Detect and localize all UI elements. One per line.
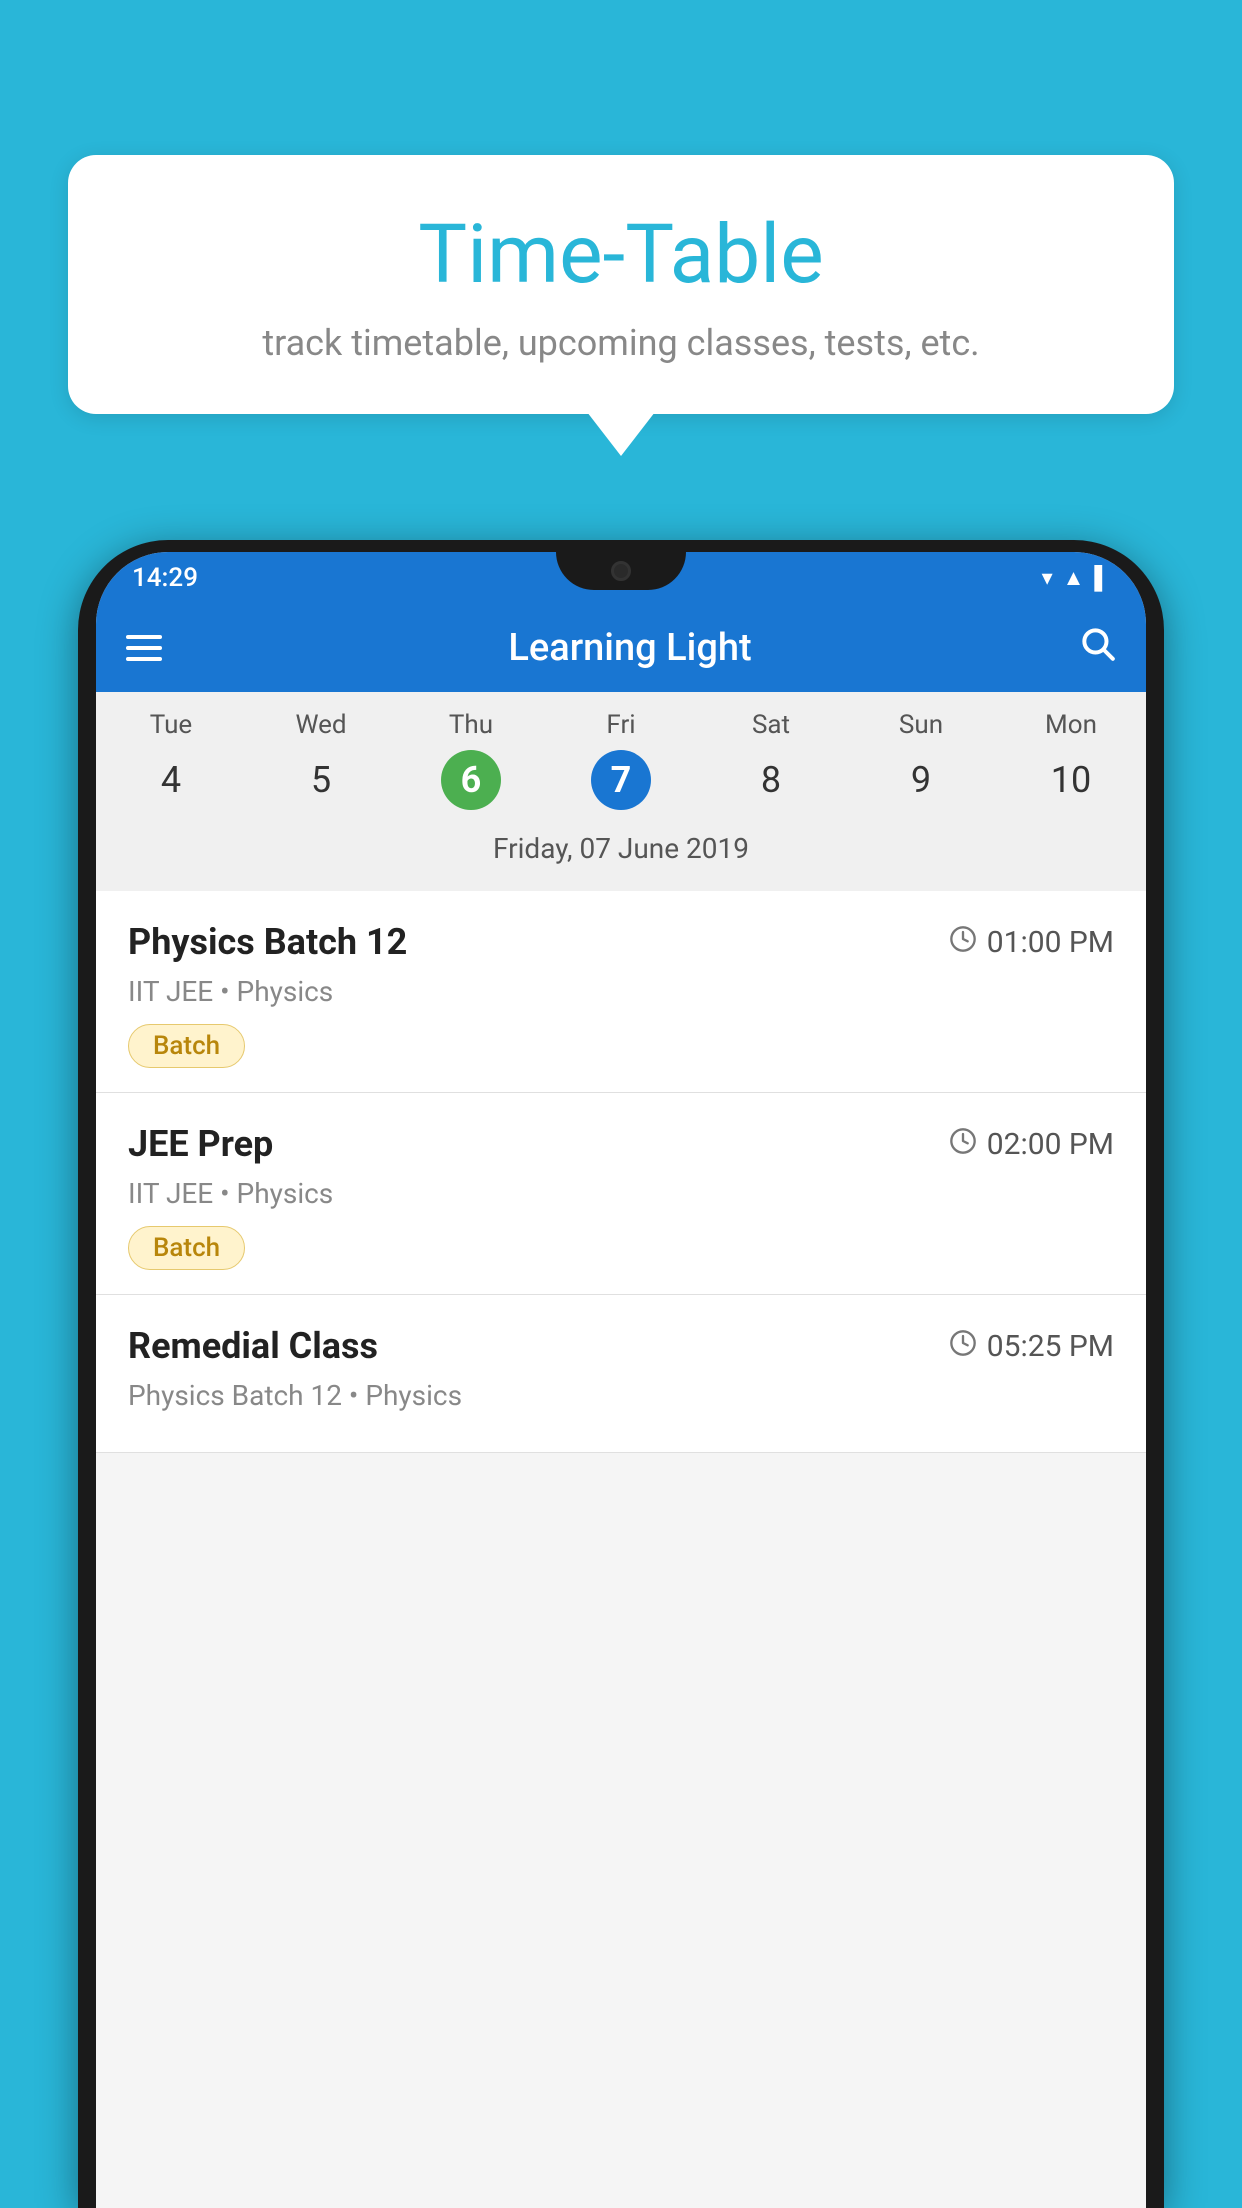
day-sun: Sun xyxy=(846,710,996,740)
wifi-icon: ▾ xyxy=(1042,566,1053,591)
item-title-1: Physics Batch 12 xyxy=(128,921,407,963)
day-tue: Tue xyxy=(96,710,246,740)
schedule-item-2[interactable]: JEE Prep 02:00 PM IIT JEE • Physics Batc… xyxy=(96,1093,1146,1295)
phone-inner: 14:29 ▾ ▲ ▌ Learning Light Tue xyxy=(96,552,1146,2208)
phone-notch xyxy=(556,552,686,590)
item-time-3: 05:25 PM xyxy=(949,1329,1114,1364)
battery-icon: ▌ xyxy=(1094,565,1110,591)
item-title-3: Remedial Class xyxy=(128,1325,378,1367)
clock-icon-2 xyxy=(949,1127,977,1162)
batch-badge-2: Batch xyxy=(128,1226,245,1270)
date-6-today[interactable]: 6 xyxy=(441,750,501,810)
schedule-list: Physics Batch 12 01:00 PM IIT JEE • Phys… xyxy=(96,891,1146,1453)
item-title-2: JEE Prep xyxy=(128,1123,273,1165)
status-time: 14:29 xyxy=(132,563,198,593)
batch-badge-1: Batch xyxy=(128,1024,245,1068)
menu-button[interactable] xyxy=(126,635,162,661)
schedule-item-3[interactable]: Remedial Class 05:25 PM Physics Batch 12… xyxy=(96,1295,1146,1453)
camera xyxy=(611,561,631,581)
item-time-2: 02:00 PM xyxy=(949,1127,1114,1162)
app-title: Learning Light xyxy=(206,626,1054,670)
day-fri: Fri xyxy=(546,710,696,740)
speech-bubble: Time-Table track timetable, upcoming cla… xyxy=(68,155,1174,414)
item-subtitle-1: IIT JEE • Physics xyxy=(128,975,1114,1008)
schedule-item-1[interactable]: Physics Batch 12 01:00 PM IIT JEE • Phys… xyxy=(96,891,1146,1093)
day-numbers: 4 5 6 7 8 9 10 xyxy=(96,750,1146,810)
item-subtitle-2: IIT JEE • Physics xyxy=(128,1177,1114,1210)
clock-icon-1 xyxy=(949,925,977,960)
bubble-title: Time-Table xyxy=(108,210,1134,300)
date-4[interactable]: 4 xyxy=(141,750,201,810)
item-subtitle-3: Physics Batch 12 • Physics xyxy=(128,1379,1114,1412)
search-button[interactable] xyxy=(1078,624,1116,672)
day-headers: Tue Wed Thu Fri Sat Sun Mon xyxy=(96,710,1146,740)
item-time-1: 01:00 PM xyxy=(949,925,1114,960)
selected-date-label: Friday, 07 June 2019 xyxy=(96,822,1146,883)
item-header-1: Physics Batch 12 01:00 PM xyxy=(128,921,1114,963)
date-8[interactable]: 8 xyxy=(741,750,801,810)
signal-icon: ▲ xyxy=(1063,565,1085,591)
status-icons: ▾ ▲ ▌ xyxy=(1042,565,1110,591)
item-header-2: JEE Prep 02:00 PM xyxy=(128,1123,1114,1165)
phone-frame: 14:29 ▾ ▲ ▌ Learning Light Tue xyxy=(78,540,1164,2208)
time-label-1: 01:00 PM xyxy=(987,925,1114,960)
date-7-selected[interactable]: 7 xyxy=(591,750,651,810)
date-5[interactable]: 5 xyxy=(291,750,351,810)
date-9[interactable]: 9 xyxy=(891,750,951,810)
clock-icon-3 xyxy=(949,1329,977,1364)
item-header-3: Remedial Class 05:25 PM xyxy=(128,1325,1114,1367)
day-sat: Sat xyxy=(696,710,846,740)
day-mon: Mon xyxy=(996,710,1146,740)
app-bar: Learning Light xyxy=(96,604,1146,692)
day-thu: Thu xyxy=(396,710,546,740)
calendar-strip: Tue Wed Thu Fri Sat Sun Mon 4 5 6 7 8 9 … xyxy=(96,692,1146,891)
time-label-3: 05:25 PM xyxy=(987,1329,1114,1364)
date-10[interactable]: 10 xyxy=(1041,750,1101,810)
day-wed: Wed xyxy=(246,710,396,740)
bubble-subtitle: track timetable, upcoming classes, tests… xyxy=(108,322,1134,364)
time-label-2: 02:00 PM xyxy=(987,1127,1114,1162)
